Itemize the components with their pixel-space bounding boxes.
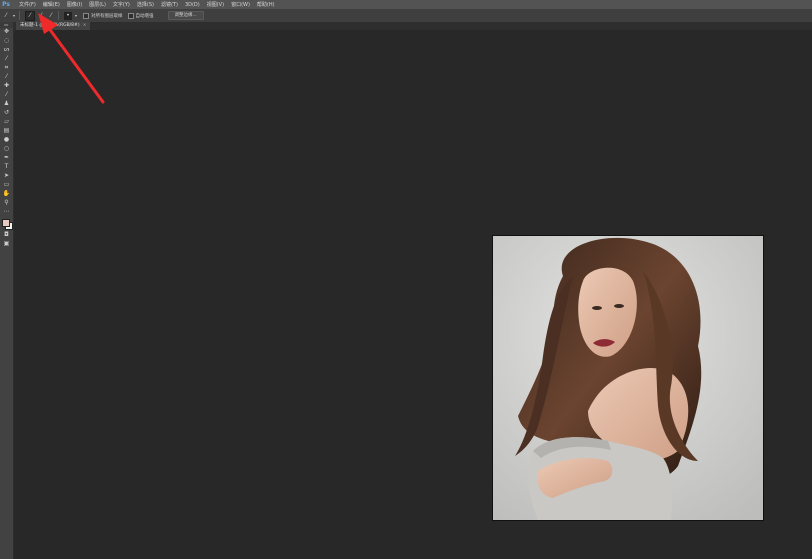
menu-view[interactable]: 视图(V) bbox=[207, 1, 224, 8]
menu-image[interactable]: 图像(I) bbox=[67, 1, 82, 8]
quick-selection-preset-icon[interactable]: ⁄ bbox=[2, 12, 10, 20]
gradient-icon[interactable]: ▤ bbox=[2, 127, 11, 135]
add-to-selection-icon[interactable]: ⁄ bbox=[37, 12, 45, 20]
hand-icon[interactable]: ✋ bbox=[2, 190, 11, 198]
zoom-icon[interactable]: ⚲ bbox=[2, 199, 11, 207]
menu-window[interactable]: 窗口(W) bbox=[231, 1, 250, 8]
close-icon[interactable]: × bbox=[83, 23, 87, 28]
marquee-icon[interactable]: ◌ bbox=[2, 37, 11, 45]
refine-edge-button[interactable]: 调整边缘... bbox=[167, 11, 204, 20]
canvas-image bbox=[492, 235, 764, 521]
auto-enhance-label: 自动增强 bbox=[135, 13, 154, 19]
menu-select[interactable]: 选择(S) bbox=[137, 1, 154, 8]
new-selection-icon[interactable]: ⁄ bbox=[25, 10, 35, 21]
pen-icon[interactable]: ✒ bbox=[2, 154, 11, 162]
crop-icon[interactable]: ⌗ bbox=[2, 64, 11, 72]
document-title: 未标题-1 @ 100%(RGB/8#) bbox=[20, 23, 80, 28]
foreground-color-swatch[interactable] bbox=[1, 219, 10, 227]
menu-3d[interactable]: 3D(D) bbox=[185, 2, 200, 8]
menu-type[interactable]: 文字(Y) bbox=[113, 1, 130, 8]
portrait-image bbox=[493, 236, 763, 520]
chevron-down-icon[interactable]: ▾ bbox=[12, 12, 16, 20]
divider bbox=[58, 11, 59, 20]
divider bbox=[19, 11, 20, 20]
subtract-from-selection-icon[interactable]: ⁄ bbox=[47, 12, 55, 20]
quick-selection-icon[interactable]: ⁄ bbox=[2, 55, 11, 63]
menu-layer[interactable]: 图层(L) bbox=[89, 1, 106, 8]
eraser-icon[interactable]: ▱ bbox=[2, 118, 11, 126]
path-selection-icon[interactable]: ➤ bbox=[2, 172, 11, 180]
color-swatches[interactable] bbox=[1, 219, 13, 230]
sample-all-layers-checkbox[interactable] bbox=[83, 12, 89, 19]
shape-icon[interactable]: ▭ bbox=[2, 181, 11, 189]
more-tools-icon[interactable]: ⋯ bbox=[2, 208, 11, 216]
document-tab[interactable]: 未标题-1 @ 100%(RGB/8#) × bbox=[16, 22, 91, 30]
menu-bar: Ps 文件(F) 编辑(E) 图像(I) 图层(L) 文字(Y) 选择(S) 滤… bbox=[0, 0, 812, 9]
brush-icon[interactable]: ⁄ bbox=[2, 91, 11, 99]
menu-help[interactable]: 帮助(H) bbox=[257, 1, 275, 8]
menu-file[interactable]: 文件(F) bbox=[19, 1, 36, 8]
healing-brush-icon[interactable]: ✚ bbox=[2, 82, 11, 90]
screen-mode-icon[interactable]: ▣ bbox=[2, 240, 11, 248]
history-brush-icon[interactable]: ↺ bbox=[2, 109, 11, 117]
sample-all-layers-label: 对所有图层取样 bbox=[91, 13, 123, 19]
photoshop-logo: Ps bbox=[2, 1, 10, 8]
menu-edit[interactable]: 编辑(E) bbox=[43, 1, 60, 8]
auto-enhance-checkbox[interactable] bbox=[127, 12, 134, 19]
options-bar: ⁄ ▾ ⁄ ⁄ ⁄ • ▾ 对所有图层取样 自动增强 调整边缘... bbox=[0, 9, 812, 23]
dodge-icon[interactable]: ○ bbox=[2, 145, 11, 153]
type-icon[interactable]: T bbox=[2, 163, 11, 171]
move-icon[interactable]: ✥ bbox=[2, 28, 11, 36]
blur-icon[interactable]: ● bbox=[2, 136, 11, 144]
clone-stamp-icon[interactable]: ♟ bbox=[2, 100, 11, 108]
chevron-down-icon[interactable]: ▾ bbox=[74, 12, 78, 20]
quick-mask-icon[interactable]: ◘ bbox=[2, 231, 11, 239]
tools-panel: ▸▸ ✥ ◌ ᔕ ⁄ ⌗ ⁄ ✚ ⁄ ♟ ↺ ▱ ▤ ● ○ ✒ T ➤ ▭ ✋… bbox=[0, 22, 14, 559]
menu-filter[interactable]: 滤镜(T) bbox=[161, 1, 178, 8]
brush-size-icon[interactable]: • bbox=[64, 11, 72, 20]
eyedropper-icon[interactable]: ⁄ bbox=[2, 73, 11, 81]
lasso-icon[interactable]: ᔕ bbox=[2, 46, 11, 54]
document-tab-bar: 未标题-1 @ 100%(RGB/8#) × bbox=[14, 22, 812, 30]
